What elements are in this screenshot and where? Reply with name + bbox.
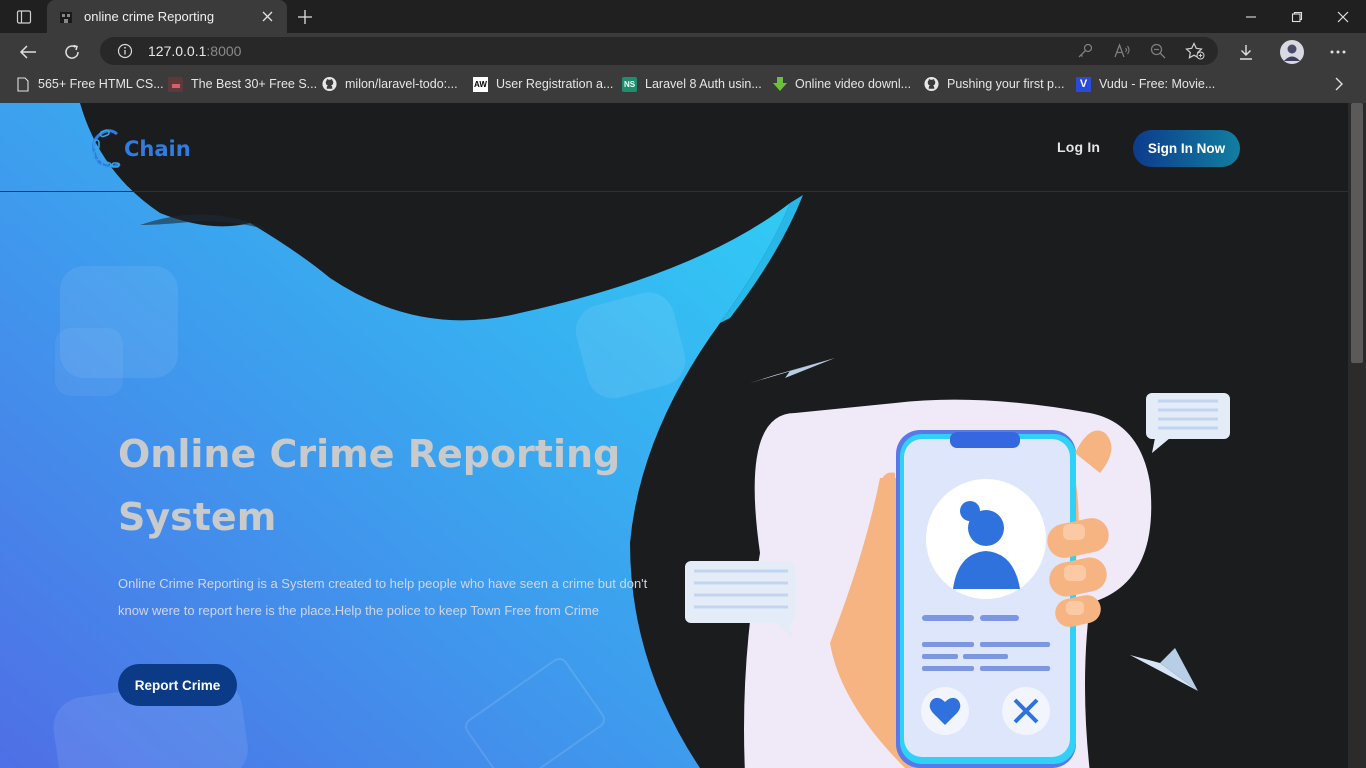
close-tab-icon[interactable] (257, 7, 277, 27)
download-arrow-icon (772, 76, 787, 92)
bookmark-label: Online video downl... (795, 77, 912, 91)
tab-strip: online crime Reporting (0, 0, 1366, 33)
header-divider (0, 191, 1348, 192)
web-page: Chain Log In Sign In Now Online Crime Re… (0, 103, 1366, 768)
new-tab-icon[interactable] (293, 0, 317, 33)
chain-logo-icon (92, 129, 121, 169)
bookmark-item[interactable]: Online video downl... (772, 74, 911, 94)
site-favicon-icon (58, 9, 74, 25)
sign-in-button[interactable]: Sign In Now (1133, 130, 1240, 167)
bookmark-item[interactable]: The Best 30+ Free S... (168, 74, 317, 94)
tab-actions-icon[interactable] (10, 0, 38, 33)
downloads-icon[interactable] (1232, 38, 1260, 66)
url-text: 127.0.0.1:8000 (148, 43, 242, 59)
bookmark-label: User Registration a... (496, 77, 614, 91)
browser-chrome: online crime Reporting 127.0.0.1:8000 56… (0, 0, 1366, 103)
back-icon[interactable] (14, 38, 42, 66)
hero-title: Online Crime Reporting System (118, 432, 621, 539)
bookmark-label: 565+ Free HTML CS... (38, 77, 164, 91)
add-favorite-icon[interactable] (1185, 42, 1205, 60)
minimize-icon[interactable] (1238, 0, 1264, 33)
read-aloud-icon[interactable] (1113, 42, 1131, 60)
hero-description: Online Crime Reporting is a System creat… (118, 576, 648, 618)
bookmark-label: The Best 30+ Free S... (191, 77, 318, 91)
site-info-icon[interactable] (117, 43, 133, 59)
close-window-icon[interactable] (1330, 0, 1356, 33)
zoom-out-icon[interactable] (1149, 42, 1167, 60)
bookmark-item[interactable]: milon/laravel-todo:... (322, 74, 458, 94)
scrollbar-thumb[interactable] (1351, 103, 1363, 363)
report-crime-button[interactable]: Report Crime (118, 664, 237, 706)
site-logo[interactable]: Chain (90, 128, 191, 170)
tab-title: online crime Reporting (84, 9, 215, 24)
bookmark-label: Laravel 8 Auth usin... (645, 77, 762, 91)
key-icon[interactable] (1076, 42, 1094, 60)
vudu-icon: V (1076, 76, 1091, 92)
address-bar[interactable]: 127.0.0.1:8000 (100, 37, 1218, 65)
github-icon (322, 76, 337, 92)
bookmark-label: Vudu - Free: Movie... (1099, 77, 1216, 91)
bookmark-item[interactable]: V Vudu - Free: Movie... (1076, 74, 1215, 94)
page-icon (15, 76, 30, 92)
brand-name: Chain (124, 137, 191, 161)
more-options-icon[interactable] (1324, 38, 1352, 66)
bookmark-label: Pushing your first p... (947, 77, 1065, 91)
ns-icon: NS (622, 76, 637, 92)
github-icon (924, 76, 939, 92)
scrollbar[interactable] (1348, 103, 1366, 768)
aw-icon: AW (473, 76, 488, 92)
site-icon (168, 76, 183, 92)
more-bookmarks-icon[interactable] (1334, 74, 1344, 94)
bookmark-item[interactable]: Pushing your first p... (924, 74, 1064, 94)
restore-icon[interactable] (1284, 0, 1310, 33)
tab-active[interactable]: online crime Reporting (47, 0, 287, 33)
bookmark-label: milon/laravel-todo:... (345, 77, 458, 91)
reload-icon[interactable] (58, 38, 86, 66)
hero-illustration (685, 358, 1230, 768)
profile-avatar[interactable] (1278, 38, 1306, 66)
login-link[interactable]: Log In (1057, 139, 1100, 155)
bookmark-item[interactable]: AW User Registration a... (473, 74, 613, 94)
bookmark-item[interactable]: NS Laravel 8 Auth usin... (622, 74, 762, 94)
bookmark-item[interactable]: 565+ Free HTML CS... (15, 74, 164, 94)
